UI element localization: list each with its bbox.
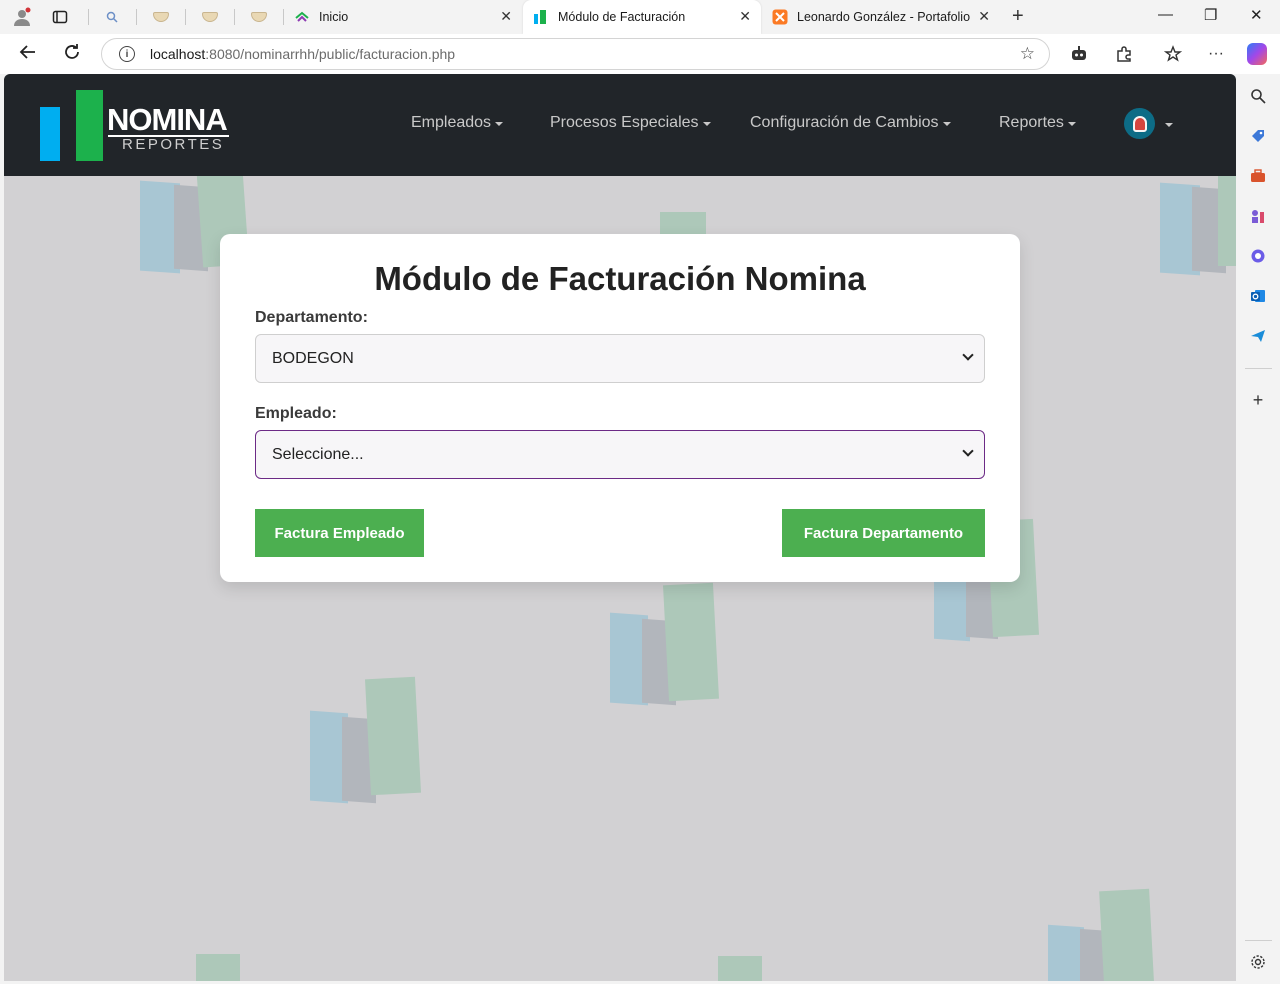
address-bar[interactable]: i localhost :8080/nominarrhh/public/fact…: [101, 38, 1050, 70]
menu-empleados[interactable]: Empleados: [411, 114, 504, 132]
close-tab-icon[interactable]: ✕: [978, 8, 990, 25]
more-menu-icon[interactable]: ···: [1206, 44, 1226, 64]
copilot-bot-icon[interactable]: [1069, 44, 1089, 64]
profile-icon[interactable]: [11, 6, 33, 28]
outlook-icon[interactable]: [1249, 287, 1267, 305]
logo-brand: NOMINA: [107, 102, 228, 137]
inicio-favicon-icon: [294, 9, 310, 25]
caret-down-icon: [495, 121, 504, 126]
copilot-icon[interactable]: [1247, 43, 1267, 65]
page-title: Módulo de Facturación Nomina: [374, 260, 866, 297]
restore-icon[interactable]: ❐: [1204, 6, 1217, 24]
factura-departamento-button[interactable]: Factura Departamento: [782, 509, 985, 557]
tab-inicio[interactable]: Inicio ✕: [284, 0, 522, 34]
pinned-tab-bowl-icon[interactable]: [250, 8, 268, 26]
refresh-icon[interactable]: [62, 42, 82, 67]
tab-title: Inicio: [319, 10, 349, 24]
factura-empleado-button[interactable]: Factura Empleado: [255, 509, 424, 557]
tab-actions-icon[interactable]: [49, 6, 71, 28]
settings-gear-icon[interactable]: [1249, 953, 1267, 971]
chevron-down-icon: [962, 349, 974, 361]
departamento-select[interactable]: BODEGON: [255, 334, 985, 383]
browser-sidebar: +: [1237, 74, 1280, 984]
chevron-down-icon: [962, 445, 974, 457]
user-avatar[interactable]: [1124, 108, 1155, 139]
menu-procesos-especiales[interactable]: Procesos Especiales: [550, 114, 711, 132]
nomina-favicon-icon: [533, 9, 549, 25]
pinned-tab-search-icon[interactable]: [103, 8, 121, 26]
browser-tab-strip: Inicio ✕ Módulo de Facturación ✕ Leonard…: [0, 0, 1280, 34]
minimize-icon[interactable]: —: [1158, 6, 1173, 23]
tab-modulo-facturacion[interactable]: Módulo de Facturación ✕: [523, 0, 761, 34]
url-host: localhost: [150, 46, 206, 62]
site-info-icon[interactable]: i: [119, 46, 135, 62]
pinned-tab-bowl-icon[interactable]: [201, 8, 219, 26]
tab-portafolio[interactable]: Leonardo González - Portafolio ✕: [762, 0, 1000, 34]
favorites-icon[interactable]: [1163, 44, 1183, 64]
extensions-icon[interactable]: [1114, 44, 1134, 64]
microsoft365-icon[interactable]: [1249, 247, 1267, 265]
empleado-label: Empleado:: [255, 405, 337, 422]
search-icon[interactable]: [1249, 87, 1267, 105]
departamento-label: Departamento:: [255, 309, 368, 326]
tab-title: Módulo de Facturación: [558, 10, 686, 24]
logo-subtitle: REPORTES: [122, 136, 225, 153]
nomina-logo[interactable]: NOMINA REPORTES: [40, 90, 240, 162]
user-menu-caret-icon[interactable]: [1165, 123, 1173, 127]
tab-title: Leonardo González - Portafolio: [797, 10, 971, 24]
tools-briefcase-icon[interactable]: [1249, 167, 1267, 185]
caret-down-icon: [942, 121, 951, 126]
caret-down-icon: [702, 121, 711, 126]
empleado-selected-value: Seleccione...: [272, 445, 364, 463]
app-navbar: NOMINA REPORTES Empleados Procesos Espec…: [4, 74, 1236, 176]
favorite-star-icon[interactable]: ☆: [1020, 44, 1035, 64]
add-icon[interactable]: +: [1249, 390, 1267, 410]
games-chess-icon[interactable]: [1249, 207, 1267, 225]
shopping-tag-icon[interactable]: [1249, 127, 1267, 145]
web-page: NOMINA REPORTES Empleados Procesos Espec…: [4, 74, 1236, 981]
close-tab-icon[interactable]: ✕: [739, 8, 751, 25]
menu-reportes[interactable]: Reportes: [999, 114, 1076, 132]
url-path: :8080/nominarrhh/public/facturacion.php: [205, 46, 456, 62]
browser-toolbar: i localhost :8080/nominarrhh/public/fact…: [0, 34, 1280, 74]
caret-down-icon: [1067, 121, 1076, 126]
pinned-tab-bowl-icon[interactable]: [152, 8, 170, 26]
menu-configuracion-cambios[interactable]: Configuración de Cambios: [750, 114, 951, 132]
empleado-select[interactable]: Seleccione...: [255, 430, 985, 479]
close-tab-icon[interactable]: ✕: [500, 8, 512, 25]
departamento-selected-value: BODEGON: [272, 349, 354, 367]
xampp-favicon-icon: [772, 9, 788, 25]
facturacion-card: Módulo de Facturación Nomina Departament…: [220, 234, 1020, 582]
new-tab-button[interactable]: +: [1012, 5, 1024, 28]
close-window-icon[interactable]: ✕: [1250, 6, 1263, 24]
send-plane-icon[interactable]: [1249, 327, 1267, 345]
back-arrow-icon[interactable]: [18, 42, 38, 67]
